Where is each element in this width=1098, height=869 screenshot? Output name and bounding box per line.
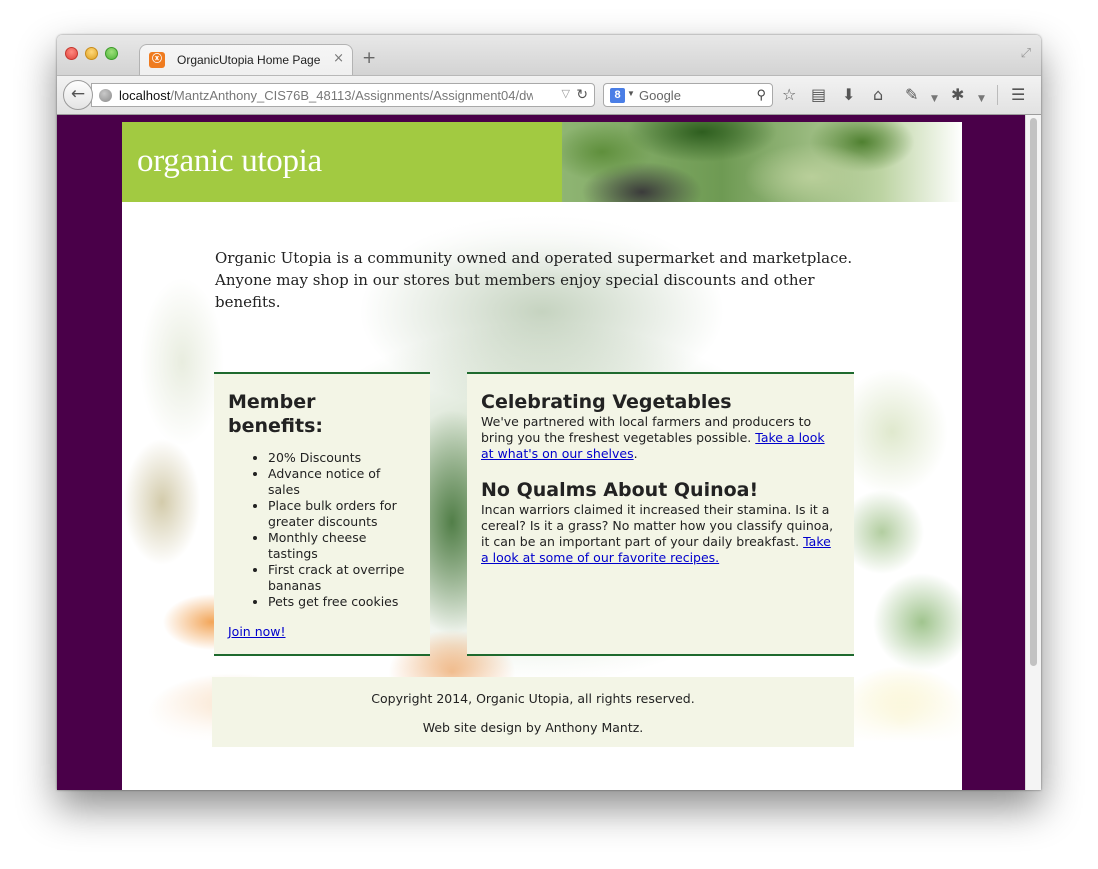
download-icon[interactable]: ⬇ [842,85,855,105]
intro-text: Organic Utopia is a community owned and … [215,249,853,311]
features-box: Celebrating Vegetables We've partnered w… [467,372,854,656]
member-benefits-box: Member benefits: 20% Discounts Advance n… [214,372,430,656]
search-placeholder: Google [639,88,681,103]
toolbar-separator [997,85,998,105]
list-item: Pets get free cookies [268,594,416,610]
url-bar[interactable]: localhost/MantzAnthony_CIS76B_48113/Assi… [91,83,595,107]
benefits-list: 20% Discounts Advance notice of sales Pl… [268,450,416,610]
globe-icon [99,89,112,102]
page-container: organic utopia Organic Utopia is a commu… [122,122,962,790]
designer-credit: Web site design by Anthony Mantz. [422,720,644,735]
search-engine-dropdown-icon[interactable]: ▼ [627,89,635,98]
footer: Copyright 2014, Organic Utopia, all righ… [212,677,854,747]
fullscreen-icon[interactable]: ⤢ [1021,46,1031,61]
list-item: Monthly cheese tastings [268,530,416,562]
reload-icon[interactable]: ↻ [576,86,588,103]
url-history-dropdown-icon[interactable]: ▽ [562,87,570,100]
tab-bar: ⓧ OrganicUtopia Home Page × + ⤢ [57,35,1041,76]
window-minimize-button[interactable] [85,47,98,60]
extension2-icon[interactable]: ✱ [951,85,964,105]
list-item: 20% Discounts [268,450,416,466]
copyright-text: Copyright 2014, Organic Utopia, all righ… [371,691,695,706]
new-tab-button[interactable]: + [362,48,376,68]
reading-list-icon[interactable]: ▤ [811,85,826,105]
url-host: localhost [119,88,171,103]
quinoa-section: No Qualms About Quinoa! Incan warriors c… [481,478,840,566]
header-vegetables-image [562,122,962,202]
search-engine-icon[interactable]: 8 [610,88,625,103]
extension-icon[interactable]: ✎ [905,85,918,105]
search-bar[interactable]: 8 ▼ Google ⚲ [603,83,773,107]
vertical-scrollbar[interactable] [1025,115,1041,790]
site-title: organic utopia [137,143,322,179]
quinoa-paragraph: Incan warriors claimed it increased thei… [481,502,840,566]
list-item: Place bulk orders for greater discounts [268,498,416,530]
window-zoom-button[interactable] [105,47,118,60]
navigation-toolbar: localhost/MantzAnthony_CIS76B_48113/Assi… [57,75,1041,115]
url-text: localhost/MantzAnthony_CIS76B_48113/Assi… [119,88,533,103]
browser-window: ⓧ OrganicUtopia Home Page × + ⤢ localhos… [57,35,1041,790]
extension-dropdown-icon[interactable]: ▼ [931,89,938,109]
vegetables-paragraph: We've partnered with local farmers and p… [481,414,840,462]
window-close-button[interactable] [65,47,78,60]
page-viewport: organic utopia Organic Utopia is a commu… [57,115,1025,790]
site-header: organic utopia [122,122,562,202]
menu-icon[interactable]: ☰ [1011,85,1025,105]
extension2-dropdown-icon[interactable]: ▼ [978,89,985,109]
home-icon[interactable]: ⌂ [873,85,883,105]
xampp-favicon-icon: ⓧ [149,52,165,68]
tab-organicutopia[interactable]: ⓧ OrganicUtopia Home Page × [139,44,353,76]
bookmark-star-icon[interactable]: ☆ [782,85,796,105]
list-item: Advance notice of sales [268,466,416,498]
quinoa-heading: No Qualms About Quinoa! [481,479,759,501]
vegetables-period: . [633,446,638,461]
list-item: First crack at overripe bananas [268,562,416,594]
join-now-link[interactable]: Join now! [228,624,286,639]
magnifier-icon[interactable]: ⚲ [756,87,766,103]
quinoa-text: Incan warriors claimed it increased thei… [481,502,834,549]
url-path: /MantzAnthony_CIS76B_48113/Assignments/A… [170,88,533,103]
benefits-heading: Member benefits: [228,391,323,437]
tab-close-icon[interactable]: × [333,51,344,66]
vegetables-heading: Celebrating Vegetables [481,391,732,413]
tab-title: OrganicUtopia Home Page [177,53,321,67]
back-button[interactable]: ← [63,80,93,110]
scrollbar-thumb[interactable] [1030,118,1037,666]
